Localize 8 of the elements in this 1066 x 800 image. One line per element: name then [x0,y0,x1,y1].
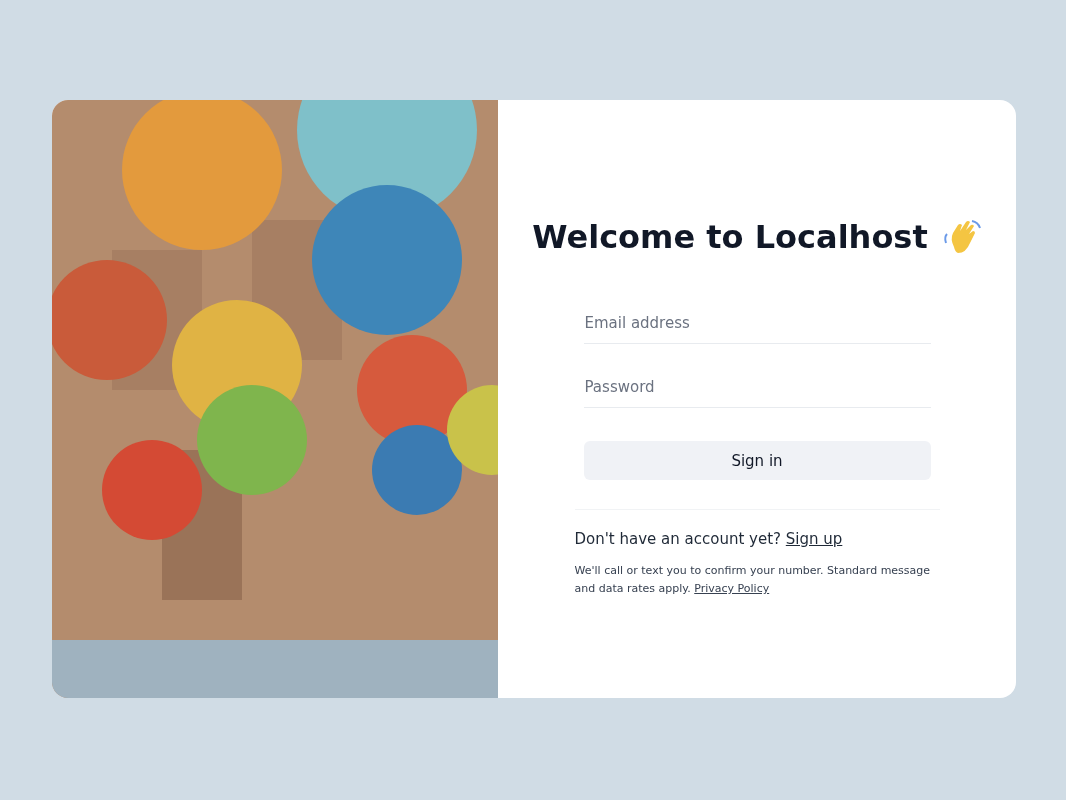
sign-in-button[interactable]: Sign in [583,441,931,480]
disclaimer-text: We'll call or text you to confirm your number. Standard message and data rates apply. Privacy Policy [574,563,932,597]
input-field[interactable]: Email address [583,303,931,344]
sign-up-link[interactable]: Sign up [785,530,843,548]
signup-prompt: Don't have an account yet? Sign up [574,530,844,548]
input-field[interactable]: Password [583,367,931,408]
privacy-policy-link[interactable]: Privacy Policy [694,582,770,595]
page-title: Welcome to Localhost [532,218,928,256]
